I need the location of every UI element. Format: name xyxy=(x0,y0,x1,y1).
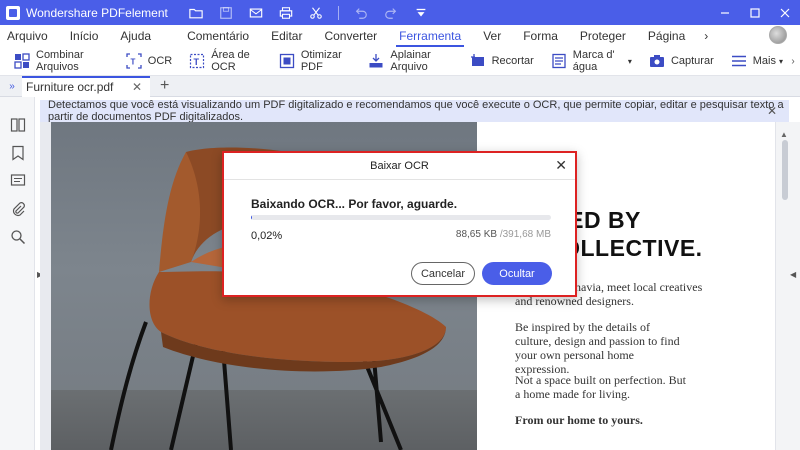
thumbnails-icon[interactable] xyxy=(0,111,35,139)
optimize-pdf-button[interactable]: Otimizar PDF xyxy=(279,47,352,75)
hide-button[interactable]: Ocultar xyxy=(482,262,552,285)
scroll-up-arrow-icon[interactable]: ▲ xyxy=(780,130,788,139)
ocr-notice-text: Detectamos que você está visualizando um… xyxy=(48,99,784,123)
toolbar-scroll-arrow-icon[interactable]: › xyxy=(786,50,800,72)
title-bar: Wondershare PDFelement xyxy=(0,0,800,25)
downloaded-size: 88,65 KB xyxy=(455,229,498,240)
menu-inicio[interactable]: Início xyxy=(59,25,110,47)
camera-icon xyxy=(649,53,665,69)
download-progress-fill xyxy=(251,215,252,220)
tab-close-icon[interactable]: ✕ xyxy=(132,80,142,94)
ocr-area-button[interactable]: T Área de OCR xyxy=(189,47,262,75)
quick-access-toolbar xyxy=(188,5,429,21)
save-icon[interactable] xyxy=(218,5,234,21)
close-window-button[interactable] xyxy=(770,0,800,25)
maximize-button[interactable] xyxy=(740,0,770,25)
ocr-area-label: Área de OCR xyxy=(211,49,250,73)
watermark-button[interactable]: Marca d' água ▾ xyxy=(551,47,632,75)
download-status-message: Baixando OCR... Por favor, aguarde. xyxy=(251,197,458,211)
more-tools-label: Mais xyxy=(752,55,776,67)
download-percent: 0,02% xyxy=(251,230,283,242)
watermark-icon xyxy=(551,53,567,69)
flatten-file-label: Aplainar Arquivo xyxy=(390,49,431,73)
minimize-button[interactable] xyxy=(710,0,740,25)
search-icon[interactable] xyxy=(0,223,35,251)
customize-dropdown-icon[interactable] xyxy=(413,5,429,21)
menu-arquivo[interactable]: Arquivo xyxy=(0,25,59,47)
download-progress-bar xyxy=(251,215,551,220)
left-sidebar xyxy=(0,97,35,450)
paragraph-3: Not a space built on perfection. But a h… xyxy=(515,373,686,401)
tab-label: Furniture ocr.pdf xyxy=(26,80,114,94)
more-tools-button[interactable]: Mais ▾ xyxy=(731,47,783,75)
flatten-file-button[interactable]: Aplainar Arquivo xyxy=(368,47,452,75)
menu-pagina[interactable]: Página xyxy=(637,25,696,47)
menu-more-chevron-icon[interactable]: › xyxy=(696,29,716,43)
watermark-dropdown-icon[interactable]: ▾ xyxy=(628,57,632,66)
menu-editar[interactable]: Editar xyxy=(260,25,313,47)
undo-icon[interactable] xyxy=(353,5,369,21)
open-folder-icon[interactable] xyxy=(188,5,204,21)
svg-text:T: T xyxy=(194,57,200,67)
watermark-label: Marca d' água xyxy=(572,49,615,73)
cancel-button[interactable]: Cancelar xyxy=(411,262,475,285)
combine-files-label: Combinar Arquivos xyxy=(36,49,84,73)
comment-icon[interactable] xyxy=(0,167,35,195)
print-icon[interactable] xyxy=(278,5,294,21)
attachment-icon[interactable] xyxy=(0,195,35,223)
toolbar-divider xyxy=(337,5,339,20)
tab-furniture-ocr[interactable]: Furniture ocr.pdf ✕ xyxy=(22,75,150,97)
menu-lines-icon xyxy=(731,53,747,69)
ocr-notice-bar: Detectamos que você está visualizando um… xyxy=(40,99,789,123)
capture-label: Capturar xyxy=(670,55,714,67)
optimize-icon xyxy=(279,53,295,69)
menu-comentario[interactable]: Comentário xyxy=(176,25,260,47)
menu-forma[interactable]: Forma xyxy=(512,25,569,47)
ocr-icon: T xyxy=(126,53,142,69)
dialog-divider xyxy=(224,179,575,180)
paragraph-1a: navia, meet local creatives xyxy=(575,280,703,294)
ocr-area-icon: T xyxy=(189,53,205,69)
app-title: Wondershare PDFelement xyxy=(26,5,168,20)
expand-right-panel-arrow-icon[interactable]: ◀ xyxy=(790,270,796,279)
scrollbar-thumb[interactable] xyxy=(782,140,788,200)
crop-label: Recortar xyxy=(491,55,534,67)
total-size: /391,68 MB xyxy=(499,229,551,240)
svg-text:T: T xyxy=(130,58,135,67)
user-avatar[interactable] xyxy=(769,26,787,44)
download-size: 88,65 KB /391,68 MB xyxy=(456,229,551,240)
email-icon[interactable] xyxy=(248,5,264,21)
paragraph-4: From our home to yours. xyxy=(515,413,643,427)
ocr-button[interactable]: T OCR xyxy=(126,47,172,75)
ocr-download-dialog: Baixar OCR ✕ Baixando OCR... Por favor, … xyxy=(222,151,577,297)
combine-icon xyxy=(14,53,30,69)
window-controls xyxy=(710,0,800,25)
menu-ferramenta[interactable]: Ferramenta xyxy=(388,25,472,47)
crop-icon xyxy=(470,53,486,69)
tab-list-chevron-icon[interactable]: » xyxy=(2,76,22,96)
dialog-close-icon[interactable]: ✕ xyxy=(555,157,567,174)
bookmark-icon[interactable] xyxy=(0,139,35,167)
tool-ribbon: Combinar Arquivos T OCR T Área de OCR Ot… xyxy=(0,47,800,75)
new-tab-icon[interactable]: + xyxy=(160,77,169,95)
optimize-pdf-label: Otimizar PDF xyxy=(300,49,342,73)
menu-converter[interactable]: Converter xyxy=(313,25,388,47)
menu-proteger[interactable]: Proteger xyxy=(569,25,637,47)
menu-ver[interactable]: Ver xyxy=(472,25,512,47)
combine-files-button[interactable]: Combinar Arquivos xyxy=(14,47,109,75)
redo-icon[interactable] xyxy=(383,5,399,21)
menu-ajuda[interactable]: Ajuda xyxy=(109,25,162,47)
scissors-icon[interactable] xyxy=(308,5,324,21)
flatten-icon xyxy=(368,53,384,69)
ocr-label: OCR xyxy=(147,55,173,67)
dialog-title: Baixar OCR xyxy=(370,160,429,172)
more-dropdown-icon[interactable]: ▾ xyxy=(779,57,783,66)
capture-button[interactable]: Capturar xyxy=(649,47,714,75)
notice-close-icon[interactable]: ✕ xyxy=(767,104,777,118)
paragraph-2: Be inspired by the details of culture, d… xyxy=(515,320,680,376)
app-logo-icon xyxy=(6,5,20,20)
crop-button[interactable]: Recortar xyxy=(470,47,534,75)
menu-bar: Arquivo Início Ajuda Comentário Editar C… xyxy=(0,25,800,47)
document-tab-bar: » Furniture ocr.pdf ✕ + xyxy=(0,75,800,97)
